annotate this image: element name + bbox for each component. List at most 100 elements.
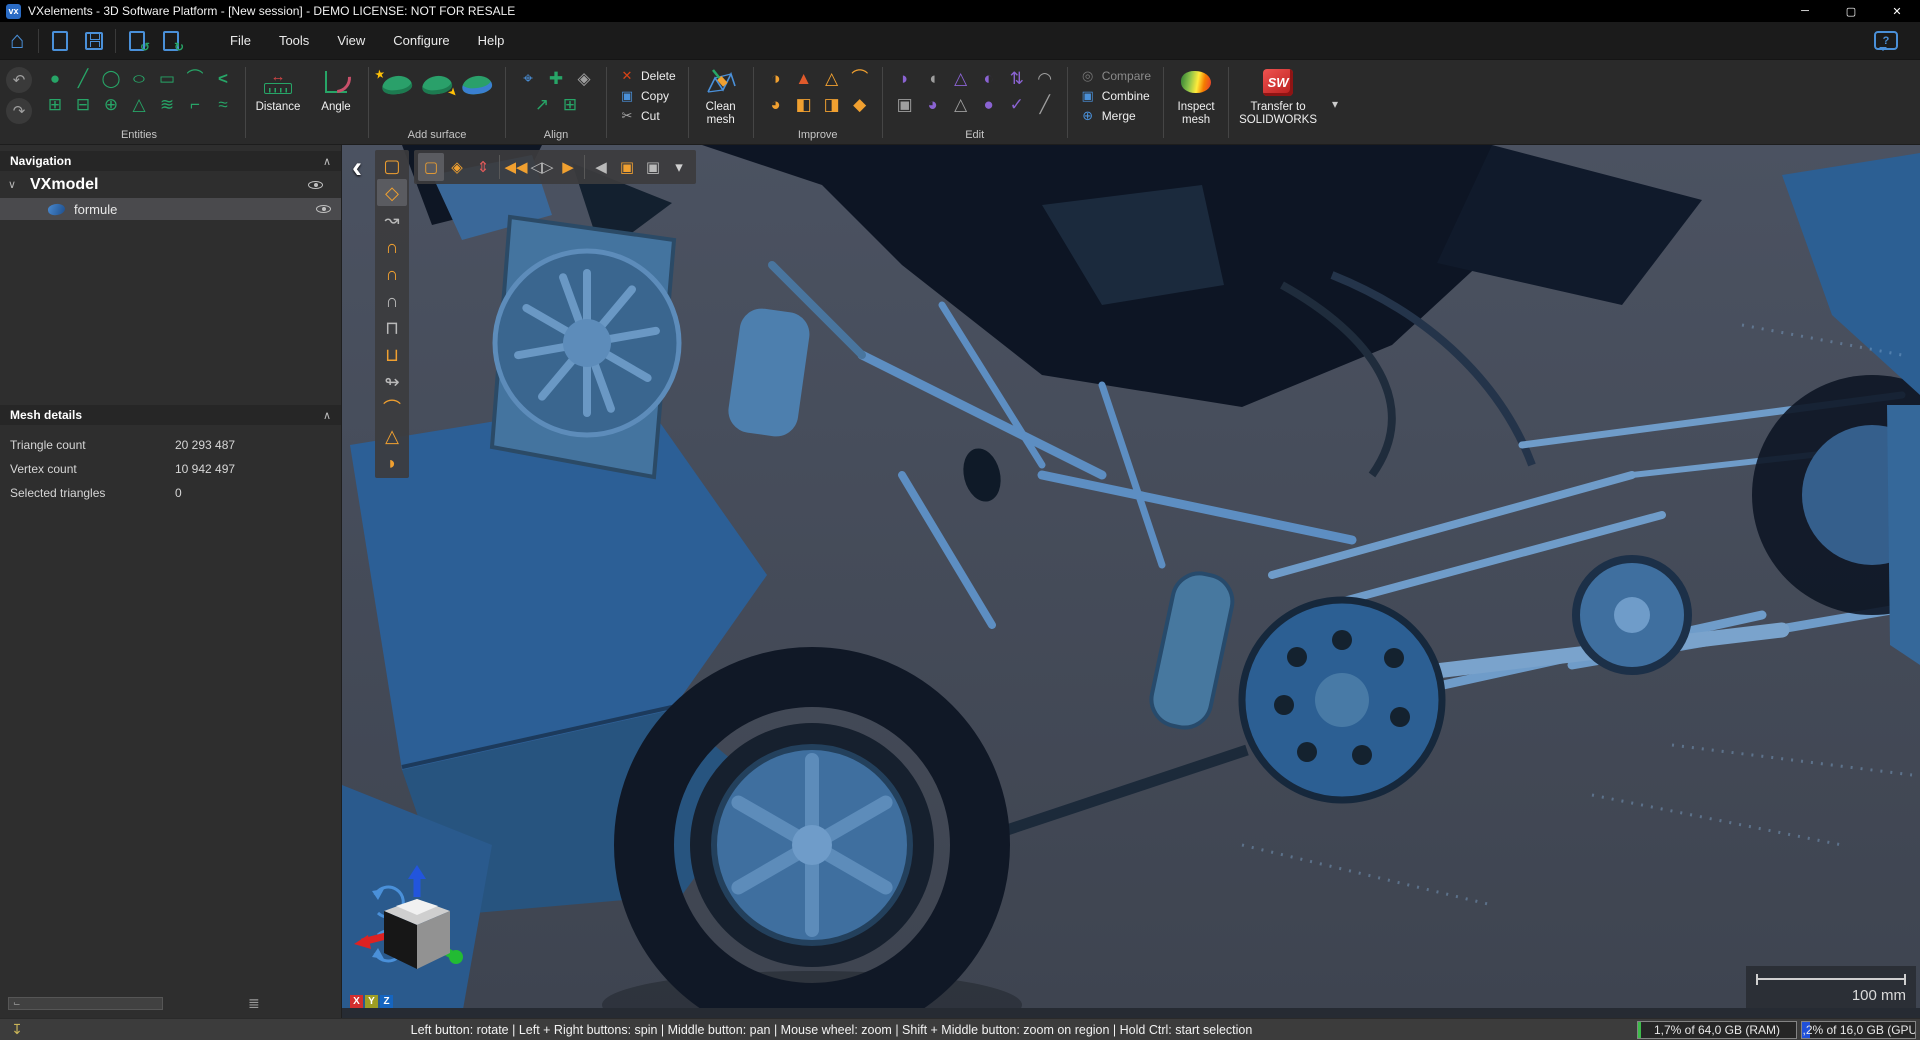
undo-button[interactable]: ↶ <box>6 67 32 93</box>
validate-icon[interactable]: ✓ <box>1004 91 1030 117</box>
select-triangle-icon[interactable]: △ <box>377 422 407 449</box>
import-session-icon[interactable]: ↺ <box>120 26 154 56</box>
menu-help[interactable]: Help <box>464 27 519 54</box>
transfer-solidworks-button[interactable]: SW Transfer to SOLIDWORKS <box>1232 63 1324 144</box>
list-view-icon[interactable]: ≣ <box>248 995 261 1012</box>
add-surface-new-icon[interactable] <box>381 74 413 96</box>
mirror-icon[interactable]: ◐ <box>976 65 1002 91</box>
remove-spikes-icon[interactable]: ▲ <box>791 65 817 91</box>
refine-boundary-icon[interactable]: ◕ <box>763 91 789 117</box>
defeature-icon[interactable]: ◗ <box>892 65 918 91</box>
grid-sphere-icon[interactable]: ⊕ <box>98 91 124 117</box>
tree-node-formule[interactable]: formule <box>0 198 341 220</box>
panel-scrollbar[interactable]: ⌙ <box>8 997 163 1010</box>
scale-icon[interactable]: ▣ <box>892 91 918 117</box>
collapse-sidebar-icon[interactable]: ‹ <box>352 153 362 183</box>
spline-icon[interactable]: ≈ <box>210 91 236 117</box>
line-icon[interactable]: ╱ <box>70 65 96 91</box>
polyline-icon[interactable]: < <box>210 65 236 91</box>
menu-configure[interactable]: Configure <box>379 27 463 54</box>
new-session-icon[interactable] <box>43 26 77 56</box>
copy-button[interactable]: ▣ Copy <box>616 87 679 105</box>
session-download-icon[interactable]: ↧ <box>4 1021 30 1038</box>
sharpen-icon[interactable]: ╱ <box>1032 91 1058 117</box>
views-dropdown-icon[interactable]: ▾ <box>666 153 692 181</box>
inspect-mesh-button[interactable]: Inspect mesh <box>1167 63 1225 144</box>
select-bracket-icon[interactable]: ⌒ <box>377 395 407 422</box>
smooth-icon[interactable]: ◖ <box>920 65 946 91</box>
select-freeform-icon[interactable]: ◇ <box>377 179 407 206</box>
waterproof-icon[interactable]: ● <box>976 91 1002 117</box>
close-button[interactable]: ✕ <box>1874 0 1920 22</box>
cone-icon[interactable]: △ <box>126 91 152 117</box>
compress-view-icon[interactable]: ⇕ <box>470 153 496 181</box>
align-view-icon[interactable]: ◈ <box>571 65 597 91</box>
select-box-icon[interactable]: ⊓ <box>377 314 407 341</box>
collapse-icon[interactable]: ∧ <box>323 155 331 168</box>
select-path-icon[interactable]: ↝ <box>377 206 407 233</box>
flip-normals-icon[interactable]: ⇅ <box>1004 65 1030 91</box>
angle-button[interactable]: Angle <box>307 63 365 144</box>
save-session-icon[interactable] <box>77 26 111 56</box>
maximize-button[interactable]: ▢ <box>1828 0 1874 22</box>
fill-bridge-icon[interactable]: ◨ <box>819 91 845 117</box>
ellipse-icon[interactable]: ○ <box>120 65 159 91</box>
redo-button[interactable]: ↷ <box>6 98 32 124</box>
view-back-icon[interactable]: ◀ <box>588 153 614 181</box>
add-surface-manual-icon[interactable] <box>421 74 453 96</box>
collapse-icon[interactable]: ∧ <box>323 409 331 422</box>
select-plane-icon[interactable]: ⊔ <box>377 341 407 368</box>
select-brush-icon[interactable]: ↬ <box>377 368 407 395</box>
orient-icon[interactable]: ◠ <box>1032 65 1058 91</box>
combine-button[interactable]: ▣ Combine <box>1077 87 1154 105</box>
merge-button[interactable]: ⊕ Merge <box>1077 107 1154 125</box>
menu-file[interactable]: File <box>216 27 265 54</box>
select-blob-icon[interactable]: ◗ <box>377 449 407 476</box>
remesh-icon[interactable]: ◕ <box>920 91 946 117</box>
arc-icon[interactable]: ⌒ <box>182 65 208 91</box>
feedback-icon[interactable]: ? <box>1874 31 1898 50</box>
fill-boundary-icon[interactable]: ⌒ <box>847 65 873 91</box>
navigation-panel-header[interactable]: Navigation ∧ <box>0 151 341 171</box>
align-origin-icon[interactable]: ✚ <box>543 65 569 91</box>
layers-icon[interactable]: ≋ <box>154 91 180 117</box>
next-view-icon[interactable]: ▶ <box>555 153 581 181</box>
menu-tools[interactable]: Tools <box>265 27 323 54</box>
point-icon[interactable]: ● <box>42 65 68 91</box>
tree-node-vxmodel[interactable]: ∨ VXmodel <box>0 171 341 198</box>
3d-viewport[interactable]: ‹ ▢◇↝∩∩∩⊓⊔↬⌒△◗ ▢◈⇕◀◀◁▷▶◀▣▣▾ X <box>342 145 1920 1018</box>
previous-view-icon[interactable]: ◀◀ <box>503 153 529 181</box>
layers-view-icon[interactable]: ◈ <box>444 153 470 181</box>
expander-icon[interactable]: ∨ <box>8 178 30 191</box>
zoom-fit-icon[interactable]: ▣ <box>614 153 640 181</box>
align-axes-icon[interactable]: ⌖ <box>515 65 541 91</box>
align-grid-icon[interactable]: ⊞ <box>557 91 583 117</box>
minimize-button[interactable]: ─ <box>1782 0 1828 22</box>
grid-plane-icon[interactable]: ⊞ <box>42 91 68 117</box>
compare-button[interactable]: ◎ Compare <box>1077 67 1154 85</box>
visibility-eye-icon[interactable] <box>308 181 323 189</box>
menu-view[interactable]: View <box>323 27 379 54</box>
pipe-icon[interactable]: ⌐ <box>182 91 208 117</box>
transfer-dropdown-icon[interactable]: ▾ <box>1324 63 1346 144</box>
add-surface-extend-icon[interactable] <box>461 74 493 96</box>
visibility-eye-icon[interactable] <box>316 205 331 213</box>
clean-triangles-icon[interactable]: △ <box>819 65 845 91</box>
fill-partial-icon[interactable]: ◧ <box>791 91 817 117</box>
fill-hole-icon[interactable]: ◑ <box>763 65 789 91</box>
cycle-view-icon[interactable]: ◁▷ <box>529 153 555 181</box>
select-rectangle-icon[interactable]: ▢ <box>377 152 407 179</box>
home-icon[interactable]: ⌂ <box>0 26 34 56</box>
export-session-icon[interactable]: ↻ <box>154 26 188 56</box>
cut-button[interactable]: ✂ Cut <box>616 107 679 125</box>
select-dome-icon[interactable]: ∩ <box>377 233 407 260</box>
navigation-cube[interactable] <box>350 865 475 990</box>
clean-mesh-button[interactable]: Clean mesh <box>692 63 750 144</box>
select-dome-through-icon[interactable]: ∩ <box>377 287 407 314</box>
delete-button[interactable]: ✕ Delete <box>616 67 679 85</box>
subdivide-icon[interactable]: △ <box>948 91 974 117</box>
decimate-icon[interactable]: △ <box>948 65 974 91</box>
selection-mode-icon[interactable]: ▢ <box>418 153 444 181</box>
grid-cylinder-icon[interactable]: ⊟ <box>70 91 96 117</box>
manual-fill-icon[interactable]: ◆ <box>847 91 873 117</box>
